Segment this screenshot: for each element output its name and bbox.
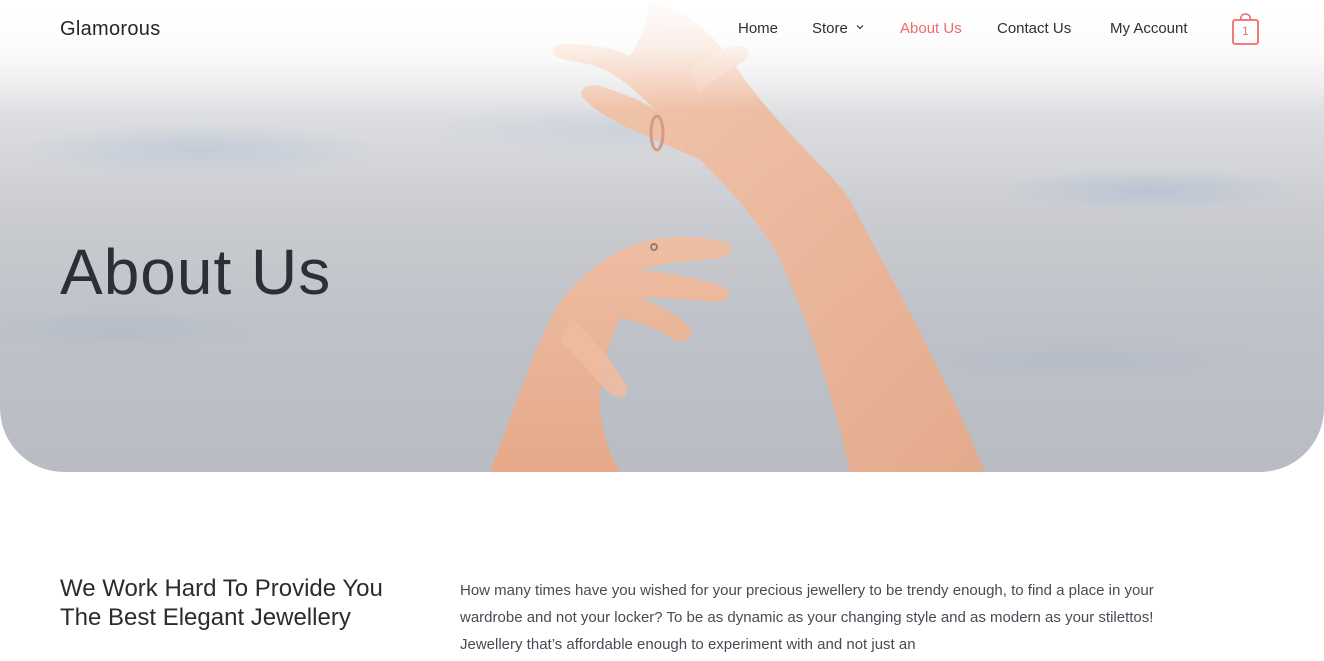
section-heading: We Work Hard To Provide You The Best Ele… xyxy=(60,575,383,631)
cart-button[interactable]: 1 xyxy=(1232,13,1259,45)
cart-count-badge: 1 xyxy=(1242,24,1249,38)
nav-my-account[interactable]: My Account xyxy=(1110,20,1188,42)
nav-contact-us[interactable]: Contact Us xyxy=(997,20,1071,42)
nav-home[interactable]: Home xyxy=(738,20,778,42)
nav-about-us[interactable]: About Us xyxy=(900,20,962,42)
site-logo[interactable]: Glamorous xyxy=(60,18,161,41)
nav-store[interactable]: Store xyxy=(812,20,864,42)
page: About Us Glamorous Home Store About Us C… xyxy=(0,0,1324,661)
section-paragraph: How many times have you wished for your … xyxy=(460,582,1154,653)
site-header: Glamorous Home Store About Us Contact Us… xyxy=(0,0,1324,62)
hero-banner: About Us xyxy=(0,0,1324,472)
page-title: About Us xyxy=(60,236,332,308)
nav-store-label: Store xyxy=(812,20,848,37)
chevron-down-icon xyxy=(856,25,864,30)
